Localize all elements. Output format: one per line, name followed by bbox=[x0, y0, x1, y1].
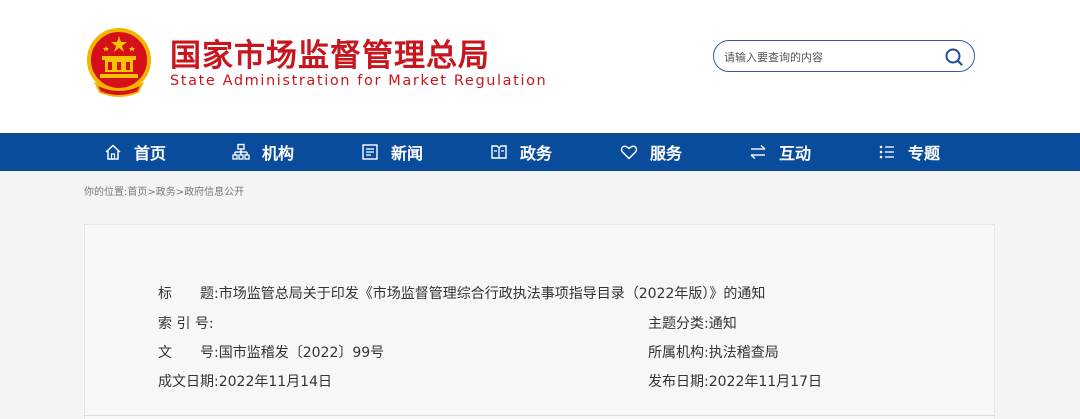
home-icon bbox=[105, 144, 121, 160]
nav-label-interact: 互动 bbox=[779, 144, 812, 163]
nav-item-org[interactable]: 机构 bbox=[232, 133, 294, 171]
breadcrumb-gov-info[interactable]: 政府信息公开 bbox=[184, 187, 244, 198]
date-label: 成文日期: bbox=[158, 374, 219, 390]
site-title[interactable]: 国家市场监督管理总局 bbox=[170, 30, 490, 75]
nav-item-news[interactable]: 新闻 bbox=[361, 133, 423, 171]
category-value: 通知 bbox=[708, 316, 737, 332]
nav-item-affairs[interactable]: 政务 bbox=[490, 133, 552, 171]
exchange-icon bbox=[750, 144, 766, 160]
info-row-title: 标 题:市场监管总局关于印发《市场监督管理综合行政执法事项指导目录（2022年版… bbox=[158, 283, 765, 303]
divider bbox=[84, 415, 995, 416]
site-header: 国家市场监督管理总局 State Administration for Mark… bbox=[0, 0, 1080, 133]
info-row-date: 成文日期:2022年11月14日 bbox=[158, 371, 332, 391]
list-icon bbox=[879, 145, 894, 159]
government-affairs-icon bbox=[491, 145, 507, 159]
breadcrumb: 你的位置:首页>政务>政府信息公开 bbox=[84, 183, 244, 198]
docno-value: 国市监稽发〔2022〕99号 bbox=[218, 345, 385, 361]
nav-label-org: 机构 bbox=[262, 144, 295, 163]
pubdate-label: 发布日期: bbox=[648, 374, 709, 390]
nav-item-interact[interactable]: 互动 bbox=[749, 133, 811, 171]
org-label: 所属机构: bbox=[648, 345, 709, 361]
site-subtitle: State Administration for Market Regulati… bbox=[170, 73, 548, 89]
breadcrumb-separator: > bbox=[175, 187, 185, 198]
info-row-category: 主题分类:通知 bbox=[648, 313, 737, 333]
nav-label-topics: 专题 bbox=[908, 144, 941, 163]
news-icon bbox=[362, 144, 378, 160]
main-nav: 首页 机构 新闻 政务 服务 互动 专题 bbox=[0, 133, 1080, 171]
nav-label-service: 服务 bbox=[650, 144, 683, 163]
index-label: 索 引 号: bbox=[158, 316, 214, 332]
info-row-index: 索 引 号: bbox=[158, 313, 214, 333]
info-row-docno: 文 号:国市监稽发〔2022〕99号 bbox=[158, 342, 384, 362]
info-row-pubdate: 发布日期:2022年11月17日 bbox=[648, 371, 822, 391]
info-row-org: 所属机构:执法稽查局 bbox=[648, 342, 779, 362]
breadcrumb-affairs[interactable]: 政务 bbox=[156, 187, 176, 198]
breadcrumb-home[interactable]: 首页 bbox=[127, 187, 147, 198]
title-value: 市场监管总局关于印发《市场监督管理综合行政执法事项指导目录（2022年版）》的通… bbox=[218, 286, 766, 302]
pubdate-value: 2022年11月17日 bbox=[708, 374, 822, 390]
breadcrumb-separator: > bbox=[147, 187, 156, 198]
org-chart-icon bbox=[232, 143, 250, 160]
nav-item-service[interactable]: 服务 bbox=[620, 133, 682, 171]
breadcrumb-prefix: 你的位置: bbox=[84, 187, 128, 198]
national-emblem-icon[interactable] bbox=[86, 26, 152, 98]
category-label: 主题分类: bbox=[648, 316, 709, 332]
nav-item-home[interactable]: 首页 bbox=[104, 133, 166, 171]
search-box bbox=[713, 40, 975, 72]
title-label: 标 题: bbox=[158, 286, 219, 302]
nav-label-affairs: 政务 bbox=[520, 144, 553, 163]
search-input[interactable] bbox=[724, 47, 924, 67]
date-value: 2022年11月14日 bbox=[218, 374, 332, 390]
search-icon[interactable] bbox=[944, 47, 964, 67]
org-value: 执法稽查局 bbox=[708, 345, 779, 361]
docno-label: 文 号: bbox=[158, 345, 219, 361]
heart-icon bbox=[620, 145, 638, 160]
nav-label-news: 新闻 bbox=[391, 144, 424, 163]
nav-item-topics[interactable]: 专题 bbox=[878, 133, 940, 171]
nav-label-home: 首页 bbox=[134, 144, 167, 163]
